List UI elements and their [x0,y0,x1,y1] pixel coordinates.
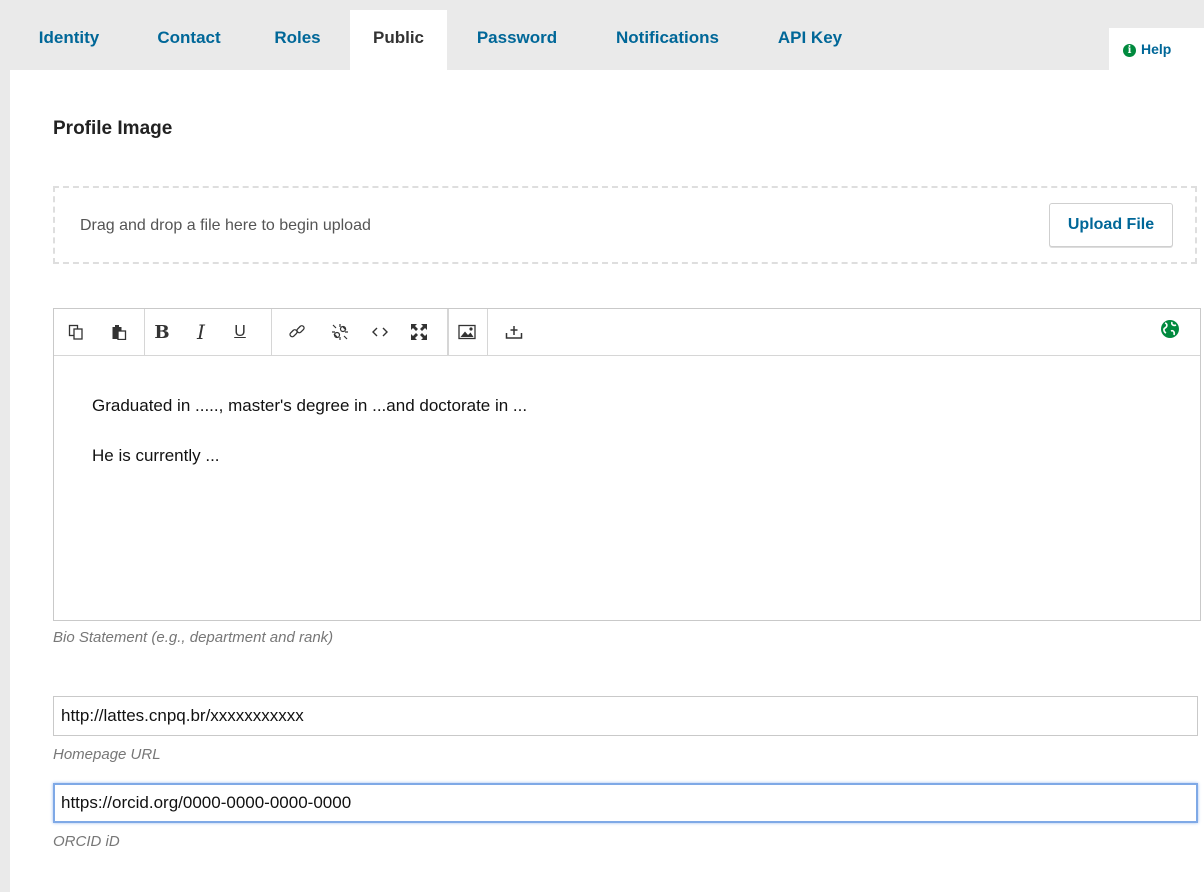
unlink-icon[interactable] [327,319,353,345]
info-icon: i [1123,44,1136,57]
language-globe-icon[interactable] [1160,319,1180,339]
tab-contact[interactable]: Contact [137,10,241,70]
italic-icon[interactable]: I [188,319,214,345]
tab-api-key[interactable]: API Key [757,10,863,70]
upload-icon[interactable] [501,319,527,345]
bio-editor: B I U Graduated in ....., master's degre… [53,308,1201,621]
bio-statement-label: Bio Statement (e.g., department and rank… [53,629,334,646]
tab-identity[interactable]: Identity [15,10,123,70]
tab-bar: Identity Contact Roles Public Password N… [0,0,1204,70]
bio-paragraph: He is currently ... [92,446,220,465]
editor-toolbar: B I U [54,309,1200,356]
tab-roles[interactable]: Roles [256,10,339,70]
underline-icon[interactable]: U [227,319,253,345]
orcid-label: ORCID iD [53,833,120,850]
homepage-url-input[interactable] [53,696,1198,736]
paste-icon[interactable] [106,319,132,345]
bio-editor-content[interactable]: Graduated in ....., master's degree in .… [92,395,1180,495]
upload-file-button[interactable]: Upload File [1049,203,1173,247]
copy-icon[interactable] [63,319,89,345]
help-button[interactable]: i Help [1109,28,1204,70]
dropzone-text: Drag and drop a file here to begin uploa… [80,217,371,234]
profile-image-title: Profile Image [53,118,173,139]
fullscreen-icon[interactable] [406,319,432,345]
orcid-input[interactable] [53,783,1198,823]
image-icon[interactable] [454,319,480,345]
bio-paragraph: Graduated in ....., master's degree in .… [92,396,528,415]
code-icon[interactable] [367,319,393,345]
link-icon[interactable] [284,319,310,345]
tab-password[interactable]: Password [456,10,578,70]
help-label: Help [1141,41,1172,57]
tab-notifications[interactable]: Notifications [590,10,745,70]
tab-public[interactable]: Public [350,10,447,70]
bold-icon[interactable]: B [149,319,175,345]
homepage-url-label: Homepage URL [53,746,161,763]
file-dropzone[interactable]: Drag and drop a file here to begin uploa… [53,186,1197,264]
